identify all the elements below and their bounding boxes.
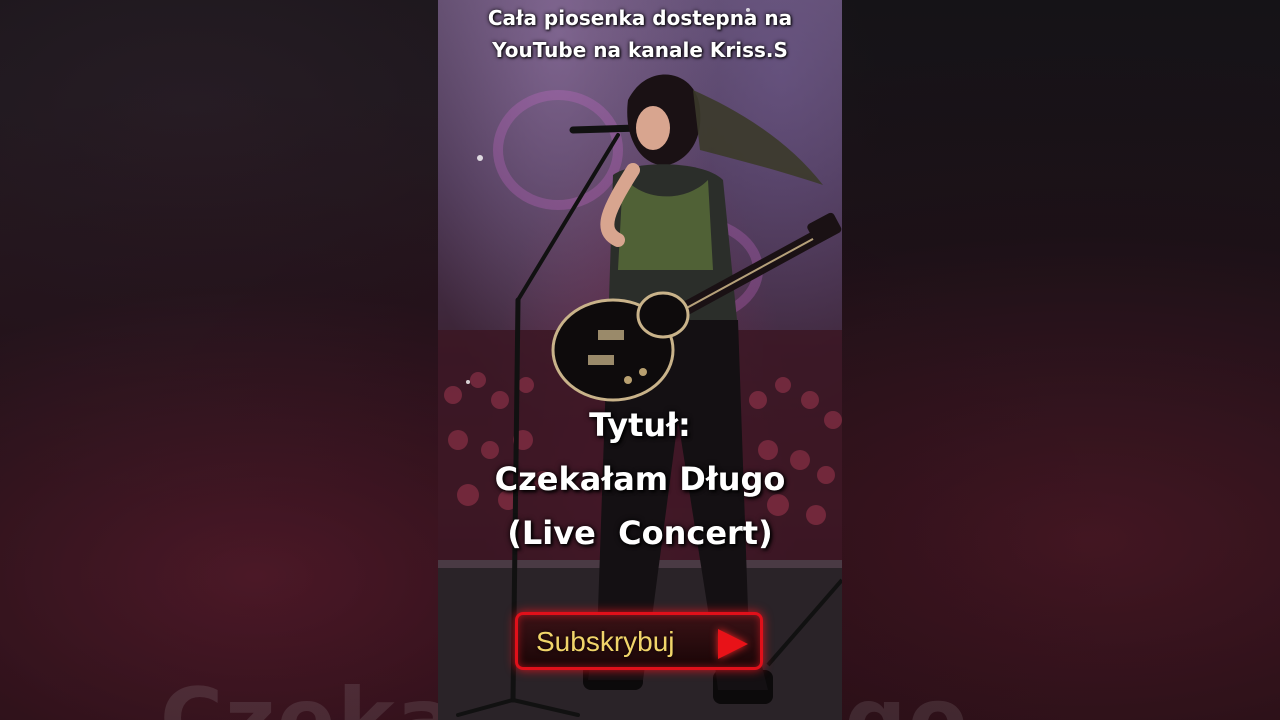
top-caption-line-1: Cała piosenka dostepna na <box>487 6 793 30</box>
subscribe-label: Subskrybuj <box>536 626 675 657</box>
title-label: Tytuł: <box>589 406 691 444</box>
right-dim-panel <box>842 0 1280 720</box>
subscribe-button[interactable]: Subskrybuj <box>515 612 763 670</box>
play-triangle-icon <box>718 629 748 659</box>
top-caption: Cała piosenka dostepna na YouTube na kan… <box>438 2 842 66</box>
song-title: Czekałam Długo <box>494 460 786 498</box>
left-dim-panel <box>0 0 438 720</box>
top-caption-line-2: YouTube na kanale Kriss.S <box>492 38 788 62</box>
song-title-block: Tytuł: Czekałam Długo (Live Concert) <box>438 398 842 560</box>
song-subtitle: (Live Concert) <box>507 514 773 552</box>
video-frame[interactable]: Cała piosenka dostepna na YouTube na kan… <box>438 0 842 720</box>
